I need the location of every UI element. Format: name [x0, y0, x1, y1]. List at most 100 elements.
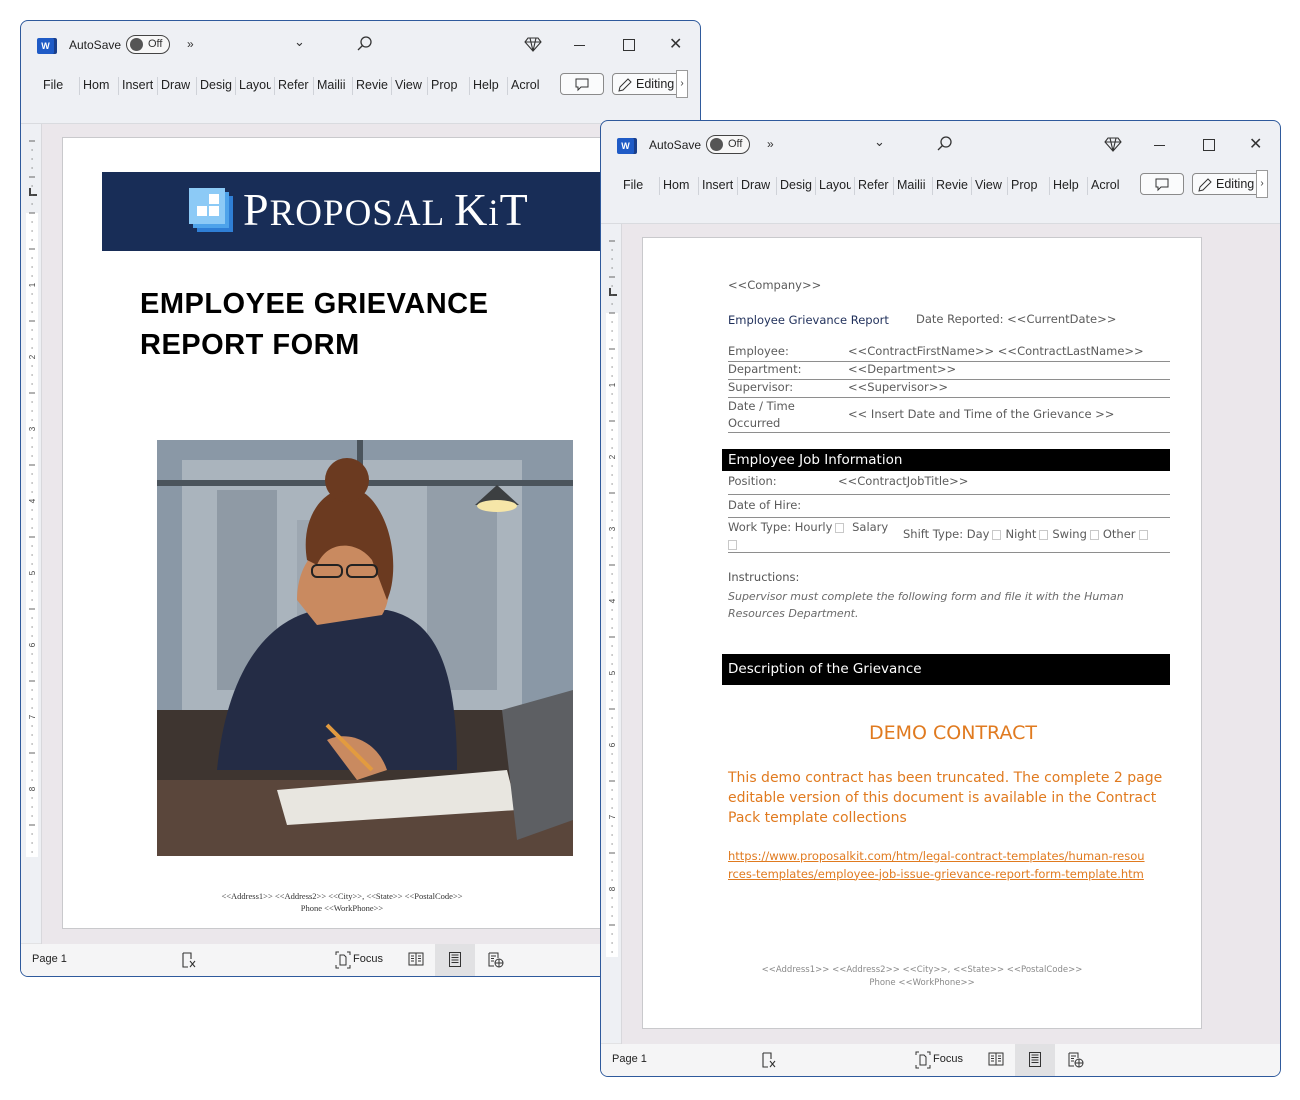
print-layout-button[interactable]	[435, 944, 475, 976]
diamond-icon[interactable]	[524, 35, 542, 53]
checkbox-night[interactable]	[1039, 529, 1049, 540]
ruler-dot	[611, 690, 613, 692]
accessibility-check-icon[interactable]	[181, 952, 197, 968]
print-layout-button[interactable]	[1015, 1044, 1055, 1076]
ribbon-tab[interactable]: Mailii	[897, 178, 925, 192]
ribbon-tab[interactable]: Hom	[663, 178, 689, 192]
field-value[interactable]: <<ContractFirstName>> <<ContractLastName…	[848, 344, 1144, 358]
page-number[interactable]: Page 1	[32, 953, 67, 965]
more-commands-icon[interactable]: »	[187, 37, 194, 51]
ribbon-tab[interactable]: File	[623, 178, 643, 192]
logo-letter: T	[499, 184, 529, 235]
close-icon[interactable]: ✕	[1249, 134, 1262, 154]
checkbox-swing[interactable]	[1089, 529, 1099, 540]
ribbon-tab[interactable]: Mailii	[317, 78, 345, 92]
demo-contract-link[interactable]: https://www.proposalkit.com/htm/legal-co…	[728, 848, 1148, 883]
search-icon[interactable]	[355, 34, 375, 54]
maximize-icon[interactable]	[623, 39, 635, 51]
read-mode-icon[interactable]	[988, 1052, 1004, 1066]
more-commands-icon[interactable]: »	[767, 137, 774, 151]
web-layout-icon[interactable]	[1068, 1052, 1084, 1068]
ribbon-tab[interactable]: Prop	[431, 78, 457, 92]
ribbon-tab[interactable]: View	[395, 78, 422, 92]
ribbon-tab[interactable]: Help	[1053, 178, 1079, 192]
ruler-dot	[31, 338, 33, 340]
search-icon[interactable]	[935, 134, 955, 154]
close-icon[interactable]: ✕	[669, 34, 682, 54]
minimize-icon[interactable]	[574, 45, 585, 46]
vertical-ruler[interactable]: 1 2 3 4 5 6 7 8	[23, 125, 41, 857]
ruler-dot	[611, 366, 613, 368]
ribbon-tab[interactable]: Help	[473, 78, 499, 92]
focus-button[interactable]: Focus	[335, 950, 405, 970]
editing-mode-button[interactable]: Editing	[1192, 173, 1264, 195]
checkbox-salary[interactable]	[728, 539, 737, 550]
shift-type-label: Shift Type:	[903, 527, 964, 541]
ruler-dot	[31, 383, 33, 385]
ribbon-tab[interactable]: Insert	[122, 78, 153, 92]
ribbon-separator	[698, 177, 699, 195]
ribbon-tab[interactable]: Hom	[83, 78, 109, 92]
focus-button[interactable]: Focus	[915, 1050, 985, 1070]
field-value[interactable]: <<ContractJobTitle>>	[838, 474, 968, 488]
ribbon-tab[interactable]: File	[43, 78, 63, 92]
web-layout-icon[interactable]	[488, 952, 504, 968]
ribbon-tab[interactable]: View	[975, 178, 1002, 192]
autosave-toggle[interactable]: Off	[126, 35, 170, 54]
ribbon-tab[interactable]: Layou	[819, 178, 851, 192]
option-day: Day	[966, 527, 990, 541]
ribbon-tab[interactable]: Refer	[278, 78, 309, 92]
ribbon-separator	[1049, 177, 1050, 195]
checkbox-other[interactable]	[1138, 529, 1148, 540]
ruler-number: 7	[28, 714, 37, 719]
editing-mode-button[interactable]: Editing	[612, 73, 684, 95]
ribbon-tab[interactable]: Desig	[200, 78, 232, 92]
ruler-dot	[31, 509, 33, 511]
chevron-down-icon[interactable]: ⌄	[874, 134, 885, 150]
ruler-dot	[611, 663, 613, 665]
ribbon-tab[interactable]: Acrol	[1091, 178, 1119, 192]
field-value[interactable]: <<Supervisor>>	[848, 380, 948, 394]
ribbon-tab[interactable]: Prop	[1011, 178, 1037, 192]
field-value[interactable]: << Insert Date and Time of the Grievance…	[848, 407, 1114, 421]
ribbon-tab[interactable]: Revie	[356, 78, 388, 92]
page-number[interactable]: Page 1	[612, 1053, 647, 1065]
ribbon-separator	[971, 177, 972, 195]
read-mode-icon[interactable]	[408, 952, 424, 966]
diamond-icon[interactable]	[1104, 135, 1122, 153]
ribbon-scroll-right[interactable]: ›	[676, 70, 688, 98]
ribbon-tab[interactable]: Draw	[741, 178, 770, 192]
checkbox-hourly[interactable]	[835, 522, 845, 533]
vertical-ruler[interactable]: 1 2 3 4 5 6 7 8	[603, 225, 621, 957]
maximize-icon[interactable]	[1203, 139, 1215, 151]
status-bar: Page 1 Focus	[601, 1043, 1280, 1076]
ribbon-scroll-right[interactable]: ›	[1256, 170, 1268, 198]
checkbox-day[interactable]	[992, 529, 1002, 540]
ruler-dot	[31, 221, 33, 223]
field-value[interactable]: <<Department>>	[848, 362, 956, 376]
comments-button[interactable]	[560, 73, 604, 95]
comments-button[interactable]	[1140, 173, 1184, 195]
document-canvas[interactable]: <<Company>> Employee Grievance Report Da…	[621, 224, 1280, 1044]
ribbon-tab[interactable]: Layou	[239, 78, 271, 92]
ribbon-tab[interactable]: Refer	[858, 178, 889, 192]
autosave-toggle[interactable]: Off	[706, 135, 750, 154]
ribbon-tab[interactable]: Draw	[161, 78, 190, 92]
ribbon-separator	[352, 77, 353, 95]
ribbon-tab[interactable]: Desig	[780, 178, 812, 192]
ribbon-tab[interactable]: Revie	[936, 178, 968, 192]
ruler-dot	[31, 374, 33, 376]
accessibility-check-icon[interactable]	[761, 1052, 777, 1068]
chevron-down-icon[interactable]: ⌄	[294, 34, 305, 50]
comment-icon	[575, 78, 589, 92]
pencil-icon	[618, 78, 632, 92]
ruler-dot	[611, 249, 613, 251]
ruler-dot	[611, 330, 613, 332]
ribbon-tab[interactable]: Acrol	[511, 78, 539, 92]
ribbon-separator	[79, 77, 80, 95]
ribbon-tab[interactable]: Insert	[702, 178, 733, 192]
ruler-dot	[611, 906, 613, 908]
work-type-label: Work Type:	[728, 520, 792, 534]
minimize-icon[interactable]	[1154, 145, 1165, 146]
ruler-dot	[31, 581, 33, 583]
